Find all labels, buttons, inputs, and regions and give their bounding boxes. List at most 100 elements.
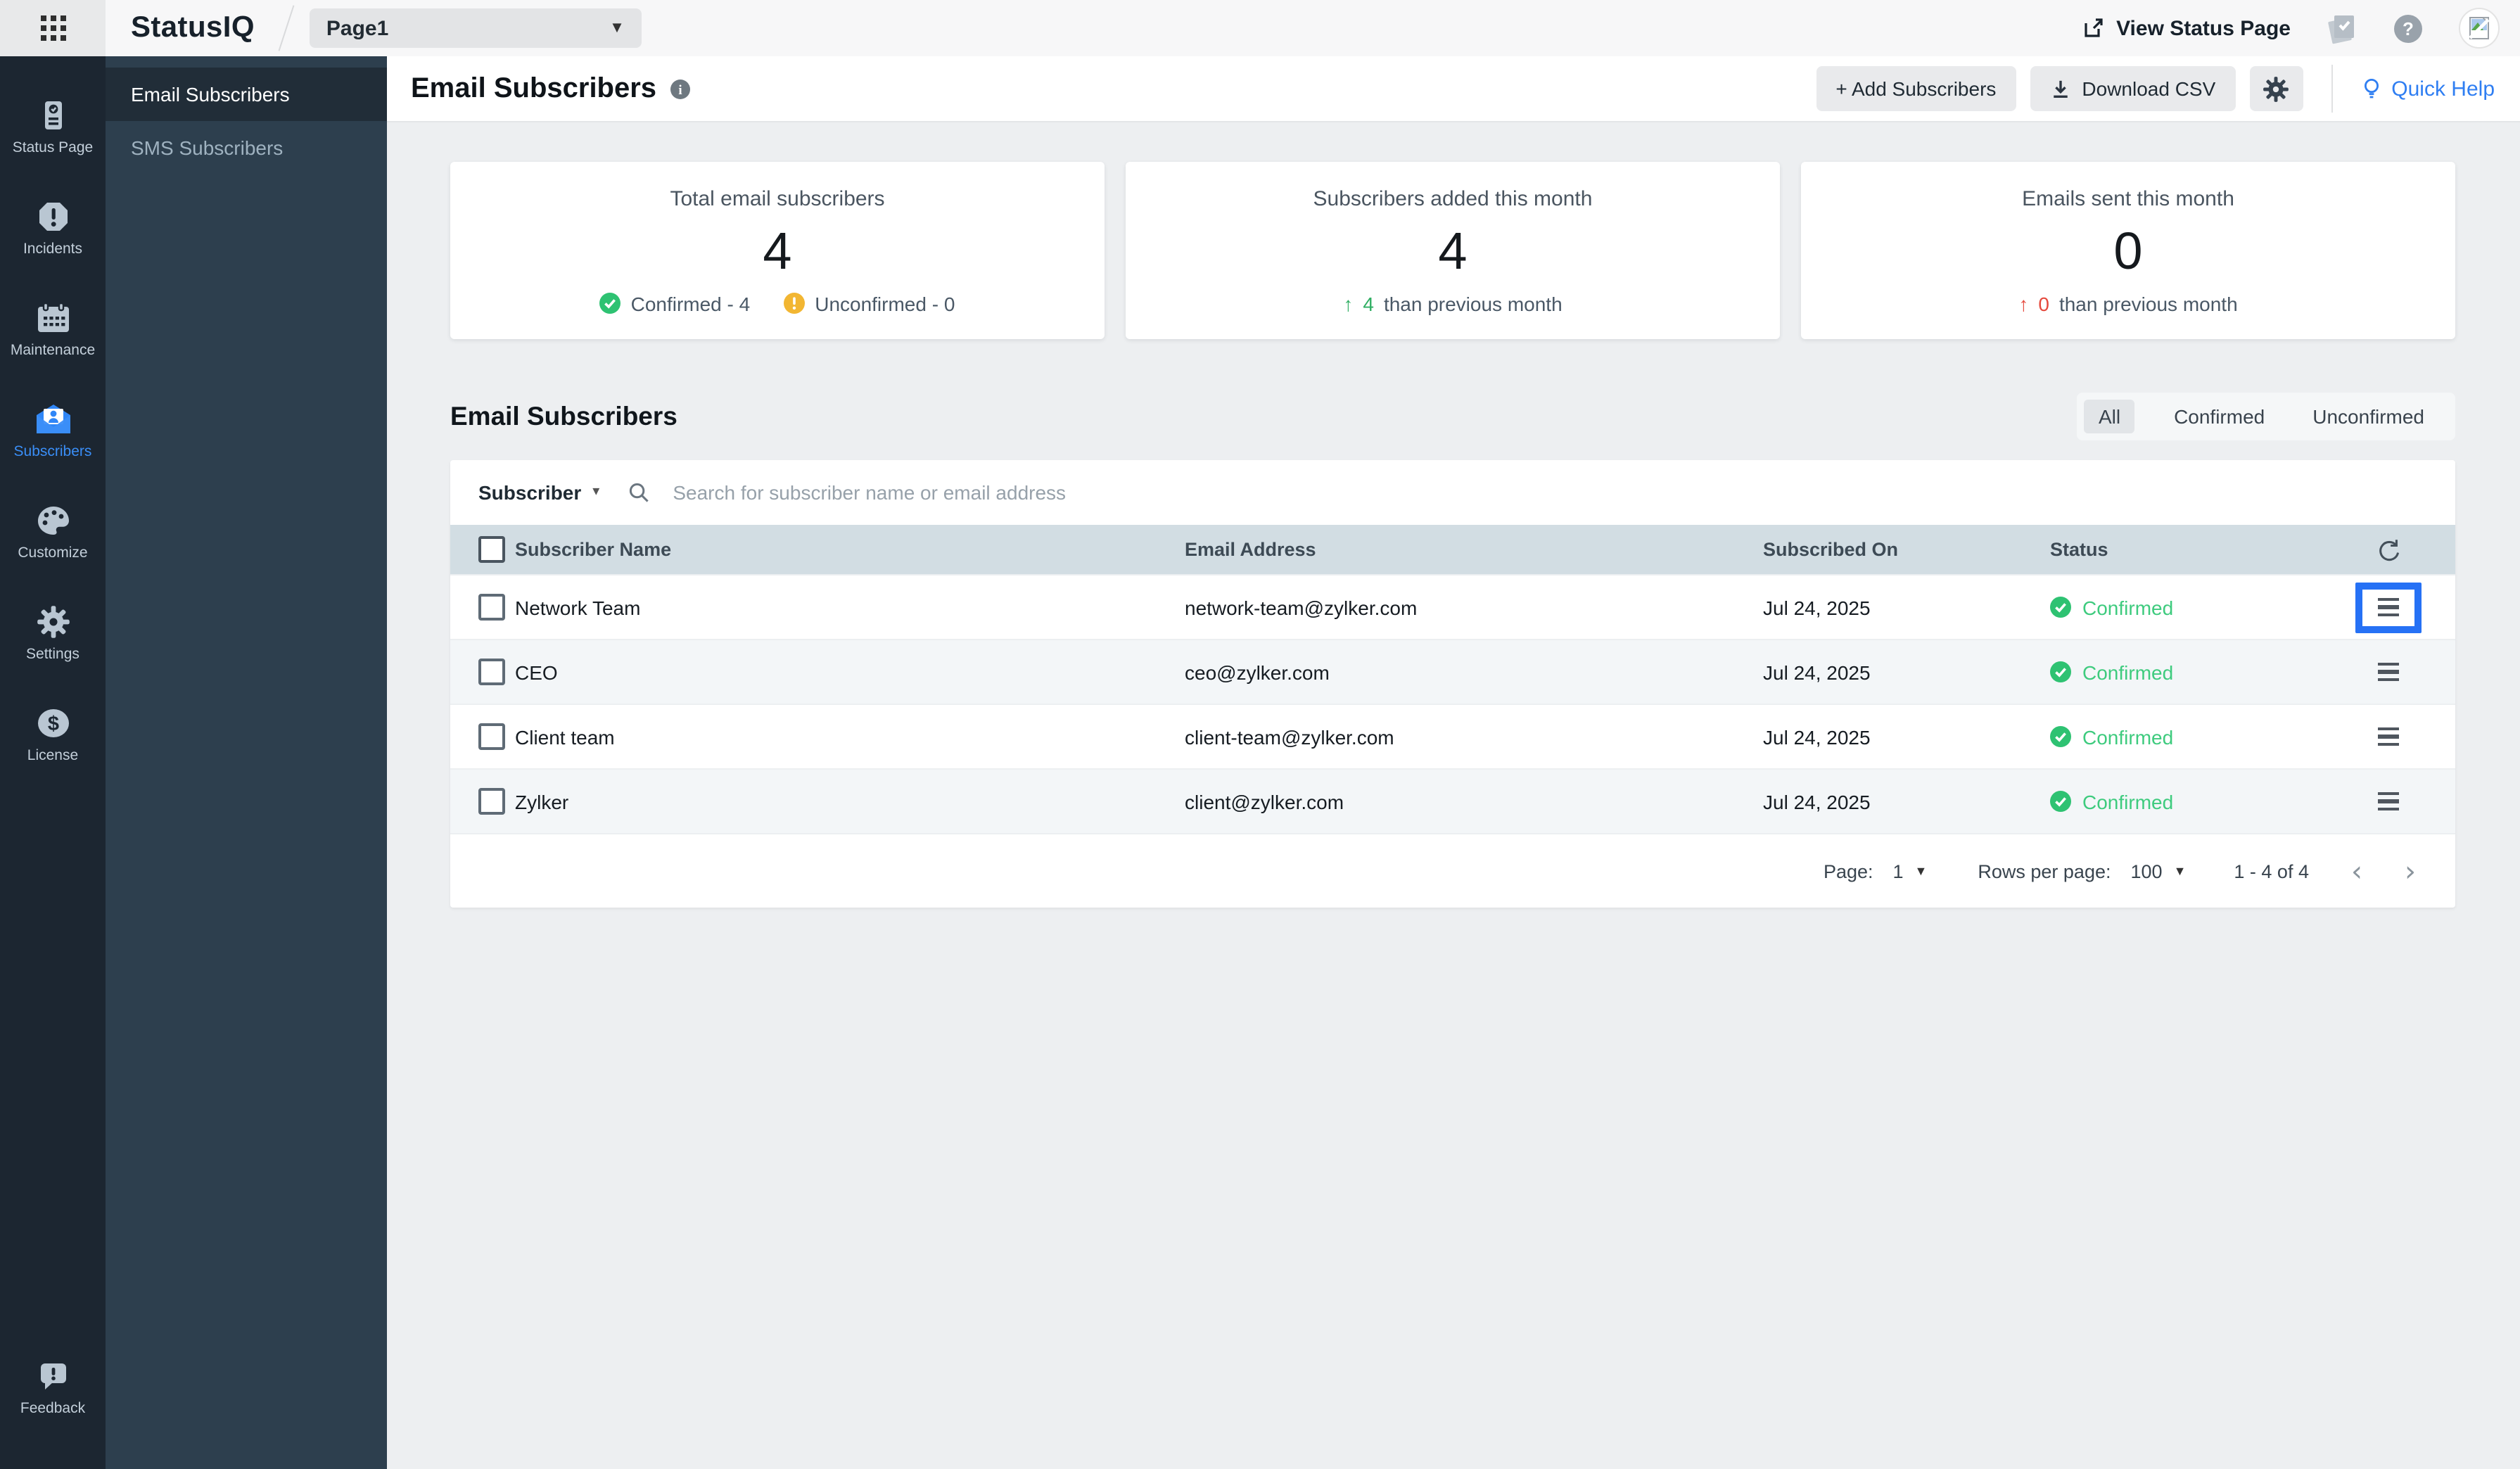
help-icon: ? (2392, 12, 2424, 44)
chevron-down-icon: ▾ (592, 485, 599, 500)
search-field-dropdown[interactable]: Subscriber ▾ (478, 481, 599, 504)
apps-grid-icon (40, 15, 65, 41)
statusiq-app: StatusIQ Page1 ▼ View Status Page (0, 0, 2520, 1469)
refresh-button[interactable] (2322, 537, 2455, 562)
table-header-row: Subscriber Name Email Address Subscribed… (450, 525, 2455, 574)
page-header: Email Subscribers i + Add Subscribers (387, 56, 2520, 122)
search-input[interactable] (670, 480, 2427, 505)
svg-text:$: $ (47, 712, 58, 734)
svg-text:i: i (677, 82, 681, 97)
svg-text:?: ? (2403, 18, 2414, 39)
topbar: StatusIQ Page1 ▼ View Status Page (0, 0, 2520, 56)
pages-check-icon (2324, 11, 2358, 45)
unconfirmed-count: Unconfirmed - 0 (784, 292, 955, 314)
stat-card-emails-sent: Emails sent this month 0 ↑ 0 than previo… (1801, 162, 2455, 339)
view-status-page-link[interactable]: View Status Page (2082, 16, 2291, 40)
status-badge: Confirmed (2050, 725, 2322, 748)
next-page-button[interactable]: › (2405, 857, 2416, 885)
page-selector-value: Page1 (326, 16, 609, 40)
pagination-range: 1 - 4 of 4 (2234, 860, 2309, 882)
status-filter-tabs: All Confirmed Unconfirmed (2077, 393, 2455, 440)
page-label: Page: (1824, 860, 1873, 882)
add-subscribers-button[interactable]: + Add Subscribers (1816, 66, 2016, 111)
filter-tab-unconfirmed[interactable]: Unconfirmed (2304, 400, 2433, 433)
help-button[interactable]: ? (2392, 12, 2424, 44)
table-row[interactable]: Zylker client@zylker.com Jul 24, 2025 Co… (450, 768, 2455, 833)
sidebar-item-license[interactable]: $ License (0, 684, 106, 785)
quick-help-link[interactable]: Quick Help (2331, 65, 2495, 113)
chevron-down-icon: ▼ (2174, 865, 2187, 877)
subnav-item-email-subscribers[interactable]: Email Subscribers (106, 68, 387, 121)
filter-tab-all[interactable]: All (2085, 400, 2134, 433)
subscribed-on: Jul 24, 2025 (1763, 596, 2050, 618)
table-search-bar: Subscriber ▾ (450, 460, 2455, 525)
subscribed-on: Jul 24, 2025 (1763, 661, 2050, 683)
settings-gear-icon (36, 604, 70, 638)
broken-image-avatar-icon (2458, 7, 2500, 49)
customize-palette-icon (34, 503, 71, 537)
added-this-month-value: 4 (1438, 222, 1467, 281)
status-page-icon (36, 98, 70, 132)
pagination-bar: Page: 1 ▼ Rows per page: 100 ▼ 1 - 4 of … (450, 833, 2455, 908)
check-circle-icon (2050, 661, 2071, 682)
license-dollar-icon: $ (34, 706, 71, 739)
row-checkbox[interactable] (478, 594, 505, 621)
apps-grid-button[interactable] (0, 0, 106, 56)
subscribed-on: Jul 24, 2025 (1763, 725, 2050, 748)
filter-tab-confirmed[interactable]: Confirmed (2165, 400, 2273, 433)
chevron-down-icon: ▼ (1915, 865, 1928, 877)
emails-sent-value: 0 (2113, 222, 2142, 281)
check-circle-icon (2050, 726, 2071, 747)
content-area: Total email subscribers 4 Confirmed - 4 (387, 122, 2520, 1469)
download-csv-button[interactable]: Download CSV (2030, 66, 2235, 111)
row-menu-button[interactable] (2355, 582, 2422, 632)
sidebar-item-feedback[interactable]: Feedback (0, 1337, 106, 1438)
sidebar-item-customize[interactable]: Customize (0, 481, 106, 583)
row-checkbox[interactable] (478, 723, 505, 750)
info-icon[interactable]: i (669, 78, 690, 99)
external-link-icon (2082, 17, 2105, 39)
table-row[interactable]: Network Team network-team@zylker.com Jul… (450, 574, 2455, 639)
chevron-down-icon: ▼ (609, 20, 625, 36)
section-title: Email Subscribers (450, 401, 677, 432)
subscriber-name: CEO (515, 661, 1185, 683)
whats-new-button[interactable] (2324, 11, 2358, 45)
sidebar-item-settings[interactable]: Settings (0, 583, 106, 684)
table-settings-button[interactable] (2249, 66, 2303, 111)
refresh-icon (2376, 537, 2401, 562)
rows-per-page-dropdown[interactable]: 100 ▼ (2131, 860, 2187, 882)
download-icon (2049, 78, 2070, 99)
page-number-dropdown[interactable]: 1 ▼ (1893, 860, 1928, 882)
app-logo-text: StatusIQ (131, 11, 255, 45)
up-arrow-icon: ↑ (2018, 292, 2028, 314)
brand-divider (278, 5, 294, 51)
sidebar-item-subscribers[interactable]: Subscribers (0, 380, 106, 481)
total-subscribers-value: 4 (763, 222, 791, 281)
subscribers-envelope-icon (33, 402, 72, 435)
check-circle-icon (2050, 597, 2071, 618)
main-panel: Email Subscribers i + Add Subscribers (387, 56, 2520, 1469)
previous-page-button[interactable]: ‹ (2351, 857, 2362, 885)
row-checkbox[interactable] (478, 659, 505, 685)
secondary-sidebar: Email Subscribers SMS Subscribers (106, 56, 387, 1469)
sidebar-item-maintenance[interactable]: Maintenance (0, 279, 106, 380)
subscriber-name: Zylker (515, 790, 1185, 813)
table-row[interactable]: CEO ceo@zylker.com Jul 24, 2025 Confirme… (450, 639, 2455, 704)
row-menu-button[interactable] (2365, 718, 2412, 755)
stat-card-total: Total email subscribers 4 Confirmed - 4 (450, 162, 1105, 339)
row-menu-button[interactable] (2365, 783, 2412, 820)
page-selector-dropdown[interactable]: Page1 ▼ (310, 8, 642, 48)
row-menu-button[interactable] (2365, 654, 2412, 690)
sidebar-item-status-page[interactable]: Status Page (0, 76, 106, 177)
search-icon (628, 481, 650, 504)
check-circle-icon (2050, 791, 2071, 812)
subscriber-name: Client team (515, 725, 1185, 748)
sidebar-item-incidents[interactable]: Incidents (0, 177, 106, 279)
status-badge: Confirmed (2050, 661, 2322, 683)
select-all-checkbox[interactable] (478, 536, 505, 563)
row-checkbox[interactable] (478, 788, 505, 815)
topbar-right: View Status Page ? (2082, 7, 2520, 49)
table-row[interactable]: Client team client-team@zylker.com Jul 2… (450, 704, 2455, 768)
user-avatar[interactable] (2458, 7, 2500, 49)
subnav-item-sms-subscribers[interactable]: SMS Subscribers (106, 121, 387, 174)
